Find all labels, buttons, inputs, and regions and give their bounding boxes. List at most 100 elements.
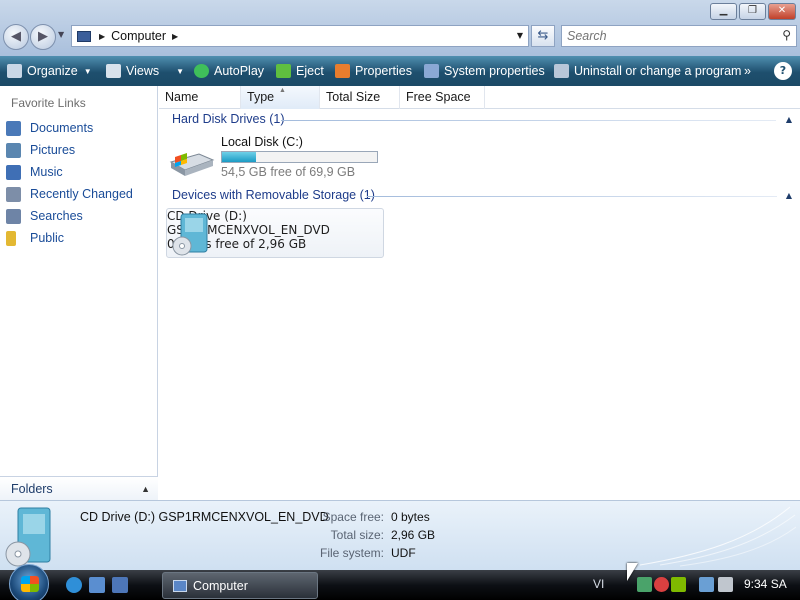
recent-pages-dropdown[interactable]: ▼ bbox=[58, 30, 64, 39]
organize-button[interactable]: Organize ▼ bbox=[7, 56, 92, 86]
command-toolbar: Organize ▼ Views ▼ AutoPlay Eject Proper… bbox=[0, 56, 800, 86]
eject-label: Eject bbox=[296, 64, 324, 78]
details-pane: CD Drive (D:) GSP1RMCENXVOL_EN_DVD Space… bbox=[0, 500, 800, 570]
minimize-button[interactable]: ▁ bbox=[710, 3, 737, 20]
system-properties-button[interactable]: System properties bbox=[424, 56, 545, 86]
more-commands-button[interactable]: » bbox=[744, 56, 751, 86]
forward-button[interactable]: ▶ bbox=[30, 24, 56, 50]
details-value-file-system: UDF bbox=[391, 546, 416, 560]
chevron-down-icon: ▼ bbox=[83, 66, 92, 76]
address-bar[interactable]: ▶ Computer ▶ ▼ bbox=[71, 25, 529, 47]
nav-link-documents[interactable]: Documents bbox=[6, 119, 93, 137]
taskbar: Computer VI 9:34 SA bbox=[0, 564, 800, 600]
pictures-icon bbox=[6, 142, 21, 158]
window-titlebar: ▁ ❐ ✕ ◀ ▶ ▼ ▶ Computer ▶ ▼ ⇆ ⚲ bbox=[0, 0, 800, 56]
details-value-space-free: 0 bytes bbox=[391, 510, 430, 524]
file-list: Name ▲ Type Total Size Free Space Hard D… bbox=[159, 86, 800, 500]
switch-windows-icon[interactable] bbox=[112, 577, 128, 593]
windows-logo-icon bbox=[21, 576, 39, 592]
language-indicator[interactable]: VI bbox=[593, 577, 604, 591]
folders-label: Folders bbox=[11, 481, 53, 496]
nav-link-pictures[interactable]: Pictures bbox=[6, 141, 75, 159]
autoplay-button[interactable]: AutoPlay bbox=[194, 56, 264, 86]
breadcrumb-computer[interactable]: Computer bbox=[111, 29, 166, 43]
autoplay-label: AutoPlay bbox=[214, 64, 265, 78]
column-header-free-space[interactable]: Free Space bbox=[400, 86, 485, 109]
uninstall-icon bbox=[554, 64, 569, 78]
group-divider bbox=[367, 196, 777, 197]
organize-label: Organize bbox=[27, 64, 78, 78]
taskbar-button-computer[interactable]: Computer bbox=[162, 572, 318, 599]
internet-explorer-icon[interactable] bbox=[66, 577, 82, 593]
collapse-group-icon[interactable]: ▲ bbox=[786, 115, 792, 124]
decorative-swirl bbox=[640, 506, 796, 567]
nav-link-music[interactable]: Music bbox=[6, 163, 63, 181]
network-connection-icon[interactable] bbox=[699, 577, 714, 592]
back-arrow-icon: ◀ bbox=[11, 29, 21, 44]
views-icon bbox=[106, 64, 121, 78]
views-button[interactable]: Views ▼ bbox=[106, 56, 184, 86]
collapse-group-icon[interactable]: ▲ bbox=[786, 191, 792, 200]
help-button[interactable]: ? bbox=[774, 62, 792, 80]
views-label: Views bbox=[126, 64, 160, 78]
nav-link-searches[interactable]: Searches bbox=[6, 207, 83, 225]
windows-defender-icon[interactable] bbox=[671, 577, 686, 592]
nav-link-label: Documents bbox=[30, 121, 94, 135]
storage-usage-fill bbox=[222, 152, 257, 162]
maximize-button[interactable]: ❐ bbox=[739, 3, 766, 20]
folders-toggle[interactable]: Folders ▲ bbox=[0, 476, 158, 500]
details-label-total-size: Total size: bbox=[330, 528, 384, 542]
refresh-icon: ⇆ bbox=[537, 28, 549, 43]
hard-disk-icon bbox=[169, 153, 215, 176]
system-properties-icon bbox=[424, 64, 439, 78]
search-icon[interactable]: ⚲ bbox=[782, 28, 791, 42]
chevron-down-icon: ▼ bbox=[176, 66, 185, 76]
taskbar-button-label: Computer bbox=[193, 578, 248, 593]
address-dropdown-icon[interactable]: ▼ bbox=[517, 31, 523, 40]
music-icon bbox=[6, 164, 21, 180]
properties-label: Properties bbox=[355, 64, 412, 78]
computer-icon bbox=[77, 30, 91, 42]
volume-muted-icon[interactable] bbox=[718, 577, 733, 592]
details-value-total-size: 2,96 GB bbox=[391, 528, 436, 542]
nav-link-label: Pictures bbox=[30, 143, 76, 157]
cd-drive-large-icon bbox=[5, 507, 51, 567]
close-button[interactable]: ✕ bbox=[768, 3, 796, 20]
nav-link-public[interactable]: Public bbox=[6, 229, 64, 247]
nav-link-recently-changed[interactable]: Recently Changed bbox=[6, 185, 133, 203]
drive-local-disk-c[interactable]: Local Disk (C:) 54,5 GB free of 69,9 GB bbox=[159, 86, 389, 181]
nav-link-label: Recently Changed bbox=[30, 187, 133, 201]
drive-free-space: 54,5 GB free of 69,9 GB bbox=[221, 165, 356, 179]
help-icon: ? bbox=[779, 64, 787, 77]
search-box[interactable]: ⚲ bbox=[561, 25, 797, 47]
network-tray-icon[interactable] bbox=[637, 577, 652, 592]
drive-cd-d[interactable]: CD Drive (D:) GSP1RMCENXVOL_EN_DVD 0 byt… bbox=[166, 208, 384, 258]
breadcrumb-separator-icon[interactable]: ▶ bbox=[99, 32, 105, 41]
searches-icon bbox=[6, 208, 21, 224]
system-clock[interactable]: 9:34 SA bbox=[744, 577, 787, 591]
cd-drive-icon bbox=[172, 213, 208, 256]
show-desktop-icon[interactable] bbox=[89, 577, 105, 593]
organize-icon bbox=[7, 64, 22, 78]
uninstall-program-button[interactable]: Uninstall or change a program bbox=[554, 56, 741, 86]
security-alert-icon[interactable] bbox=[654, 577, 669, 592]
chevron-up-icon: ▲ bbox=[141, 483, 150, 494]
breadcrumb-chevron-icon[interactable]: ▶ bbox=[172, 32, 178, 41]
uninstall-label: Uninstall or change a program bbox=[574, 64, 742, 78]
documents-icon bbox=[6, 120, 21, 136]
navigation-pane: Favorite Links Documents Pictures Music … bbox=[0, 86, 158, 500]
search-input[interactable] bbox=[567, 26, 767, 46]
start-button[interactable] bbox=[9, 564, 49, 600]
favorite-links-heading: Favorite Links bbox=[11, 96, 86, 110]
refresh-button[interactable]: ⇆ bbox=[531, 25, 555, 47]
details-label-space-free: Space free: bbox=[322, 510, 384, 524]
mouse-cursor bbox=[627, 563, 638, 581]
computer-icon bbox=[173, 579, 187, 592]
properties-icon bbox=[335, 64, 350, 78]
group-header-removable[interactable]: Devices with Removable Storage (1) bbox=[172, 188, 375, 202]
back-button[interactable]: ◀ bbox=[3, 24, 29, 50]
public-folder-icon bbox=[6, 230, 16, 246]
eject-icon bbox=[276, 64, 291, 78]
details-title: CD Drive (D:) GSP1RMCENXVOL_EN_DVD bbox=[80, 510, 329, 524]
properties-button[interactable]: Properties bbox=[335, 56, 412, 86]
